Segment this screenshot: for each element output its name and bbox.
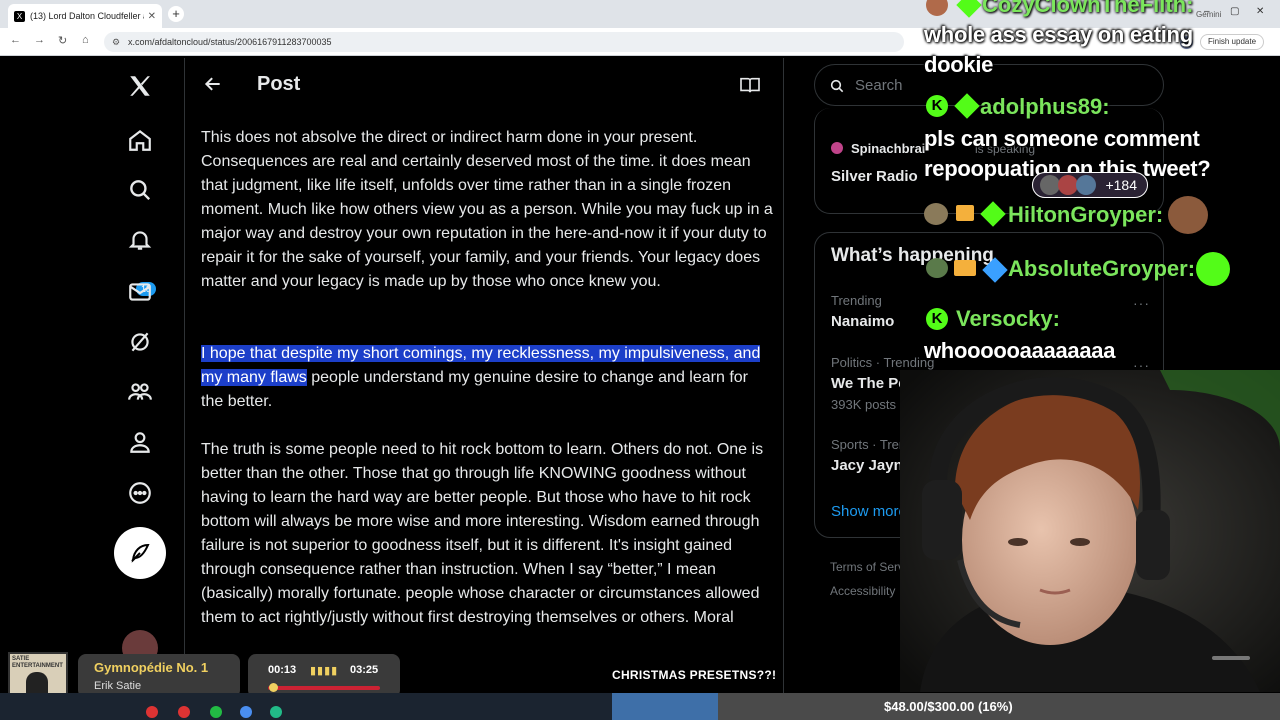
search-placeholder: Search (855, 77, 903, 94)
tab-title: (13) Lord Dalton Cloudfeller à on X (30, 11, 144, 21)
browser-tab[interactable]: X (13) Lord Dalton Cloudfeller à on X ✕ (8, 4, 162, 28)
listener-avatar (1058, 175, 1078, 195)
forward-icon[interactable]: → (34, 34, 45, 46)
donation-goal-text: $48.00/$300.00 (16%) (884, 699, 1013, 714)
taskbar-app-icon[interactable] (146, 706, 158, 718)
chat-emote-icon (926, 258, 948, 278)
chat-username: adolphus89: (980, 94, 1110, 119)
chat-username: AbsoluteGroyper: (1008, 256, 1196, 281)
trend-meta: Trending (831, 293, 882, 308)
space-title: Silver Radio (831, 168, 918, 185)
goal-bar-fill (612, 693, 718, 720)
smile-emote-icon (1196, 252, 1230, 286)
x-sidebar: 18 (0, 58, 184, 720)
finish-update-button[interactable]: Finish update (1200, 34, 1264, 50)
grok-icon[interactable] (126, 328, 154, 356)
taskbar-app-icon[interactable] (270, 706, 282, 718)
search-icon (830, 79, 844, 93)
total-time: 03:25 (350, 664, 379, 676)
address-bar[interactable]: ⚙ x.com/afdaltoncloud/status/20061679112… (104, 32, 904, 52)
chat-username: HiltonGroyper: (1008, 202, 1164, 227)
post-header: Post (185, 58, 783, 111)
taskbar (0, 693, 612, 720)
track-title: Gymnopédie No. 1 (94, 660, 209, 675)
chat-message: pls can someone comment (924, 126, 1200, 151)
taskbar-app-icon[interactable] (178, 706, 190, 718)
feather-icon (131, 543, 150, 563)
track-progress-bar[interactable] (268, 686, 380, 690)
x-favicon-icon: X (14, 10, 25, 22)
kick-badge-icon: K (926, 308, 948, 330)
track-info-card: Gymnopédie No. 1 Erik Satie (78, 654, 240, 698)
explore-search-icon[interactable] (126, 176, 154, 204)
post-paragraph-highlighted: I hope that despite my short comings, my… (201, 342, 773, 414)
compose-post-button[interactable] (114, 527, 166, 579)
stream-banner: CHRISTMAS PRESETNS??! (612, 668, 777, 682)
chat-message: whole ass essay on eating (924, 22, 1193, 47)
footer-accessibility-link[interactable]: Accessibility (830, 584, 895, 598)
listener-avatar (1040, 175, 1060, 195)
bottom-overlay-bar (0, 693, 1280, 720)
tab-close-icon[interactable]: ✕ (148, 11, 156, 22)
new-tab-button[interactable]: + (168, 6, 184, 22)
webcam-feed (900, 370, 1280, 692)
chat-message: whoooooaaaaaaaa (924, 338, 1116, 363)
maximize-icon[interactable]: ▢ (1230, 6, 1239, 17)
url-text: x.com/afdaltoncloud/status/2006167911283… (128, 37, 332, 47)
site-info-icon[interactable]: ⚙ (112, 32, 120, 52)
listener-avatar (1076, 175, 1096, 195)
track-artist: Erik Satie (94, 680, 142, 692)
chrome-taskbar-icon[interactable] (240, 706, 252, 718)
gemini-label: Gemini (1196, 10, 1222, 19)
post-column: Post This does not absolve the direct or… (184, 58, 784, 720)
home-icon[interactable]: ⌂ (82, 34, 89, 46)
post-paragraph: This does not absolve the direct or indi… (201, 129, 773, 290)
post-paragraph: The truth is some people need to hit roc… (201, 441, 764, 626)
reader-mode-icon[interactable] (739, 76, 761, 99)
page-title: Post (257, 73, 301, 95)
chat-username: CozyClownTheFilth: (982, 0, 1194, 17)
gift-icon (956, 205, 974, 221)
back-arrow-icon[interactable] (203, 74, 223, 99)
trend-name[interactable]: Nanaimo (831, 313, 894, 330)
notifications-bell-icon[interactable] (126, 226, 154, 254)
kick-badge-icon: K (926, 95, 948, 117)
back-icon[interactable]: ← (10, 34, 21, 46)
chat-emote-icon (924, 203, 948, 225)
trend-meta: Politics · Trending (831, 355, 935, 370)
more-circle-icon[interactable] (126, 479, 154, 507)
chat-message: dookie (924, 52, 994, 77)
space-host-avatar (831, 142, 843, 154)
track-time-card: 00:13 ▮▮▮▮ 03:25 (248, 654, 400, 698)
monkey-emote-icon (1168, 196, 1208, 234)
chat-username: Versocky: (956, 306, 1060, 331)
show-more-link[interactable]: Show more (831, 503, 907, 520)
trend-more-icon[interactable]: ··· (1133, 295, 1150, 311)
x-logo-icon[interactable] (126, 72, 154, 100)
trend-post-count: 393K posts (831, 397, 897, 412)
crown-icon (954, 260, 976, 276)
communities-icon[interactable] (126, 378, 154, 406)
equalizer-icon: ▮▮▮▮ (310, 665, 339, 677)
screen: X (13) Lord Dalton Cloudfeller à on X ✕ … (0, 0, 1280, 720)
album-label: SATIE ENTERTAINMENT (12, 656, 63, 669)
close-window-icon[interactable]: ✕ (1256, 6, 1264, 17)
space-host-name: Spinachbrai (851, 141, 926, 156)
home-nav-icon[interactable] (126, 126, 154, 154)
taskbar-app-icon[interactable] (210, 706, 222, 718)
current-time: 00:13 (268, 664, 297, 676)
progress-knob[interactable] (268, 683, 278, 692)
messages-envelope-icon[interactable] (126, 278, 154, 306)
profile-icon[interactable] (126, 428, 154, 456)
reload-icon[interactable]: ↻ (58, 34, 67, 47)
